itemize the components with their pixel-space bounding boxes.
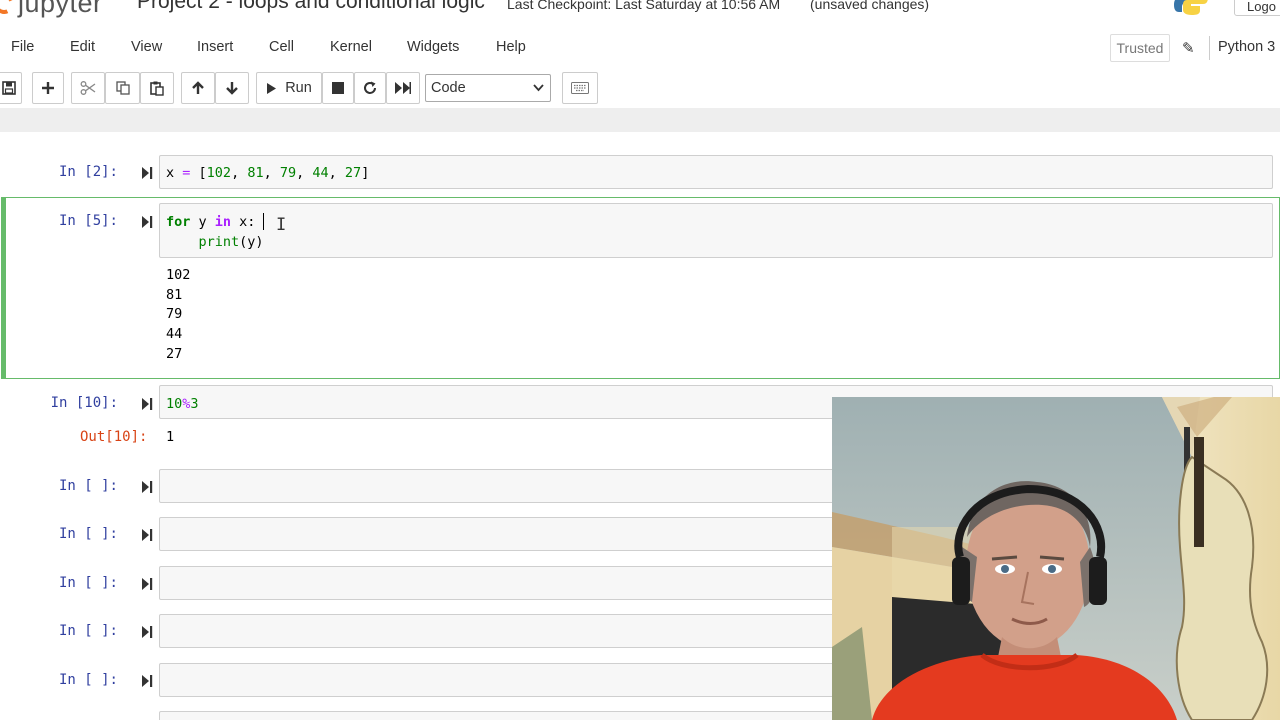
arrow-up-icon	[192, 81, 204, 94]
chevron-down-icon	[533, 84, 544, 92]
run-cell-icon[interactable]	[141, 674, 153, 688]
output-line: 81	[166, 287, 183, 303]
run-cell-icon[interactable]	[141, 397, 153, 411]
checkpoint-status: Last Checkpoint: Last Saturday at 10:56 …	[507, 0, 781, 12]
output-line: 102	[166, 267, 191, 283]
output-value: 1	[166, 429, 175, 445]
save-button[interactable]	[0, 72, 22, 104]
code-input-area[interactable]: x = [102, 81, 79, 44, 27]	[159, 155, 1273, 189]
menu-file[interactable]: File	[11, 39, 34, 55]
menubar: File Edit View Insert Cell Kernel Widget…	[0, 30, 1280, 66]
output-line: 44	[166, 326, 183, 342]
run-cell-icon[interactable]	[141, 625, 153, 639]
input-prompt: In [2]:	[58, 164, 118, 180]
menu-edit[interactable]: Edit	[70, 39, 95, 55]
menu-cell[interactable]: Cell	[269, 39, 294, 55]
play-icon	[267, 82, 277, 94]
input-prompt: In [ ]:	[58, 623, 118, 639]
run-button[interactable]: Run	[256, 72, 322, 104]
paste-button[interactable]	[140, 72, 174, 104]
autosave-status: (unsaved changes)	[810, 0, 930, 12]
jupyter-logo[interactable]: jupyter	[0, 0, 103, 18]
run-cell-icon[interactable]	[141, 166, 153, 180]
input-prompt: In [ ]:	[58, 478, 118, 494]
plus-icon	[42, 82, 54, 94]
kernel-indicator[interactable]: Python 3	[1218, 39, 1275, 55]
kernel-divider	[1209, 36, 1210, 60]
cut-button[interactable]	[71, 72, 105, 104]
input-prompt: In [ ]:	[58, 672, 118, 688]
output-line: 27	[166, 346, 183, 362]
run-cell-icon[interactable]	[141, 215, 153, 229]
cell-type-value: Code	[431, 80, 466, 96]
notebook-container-top	[0, 108, 1280, 132]
notebook-header: jupyter Project 2 - loops and conditiona…	[0, 0, 1280, 18]
logout-button[interactable]: Logo	[1234, 0, 1280, 16]
code-input-area[interactable]: for y in x: print(y) I	[159, 203, 1273, 258]
move-down-button[interactable]	[215, 72, 249, 104]
run-cell-icon[interactable]	[141, 528, 153, 542]
notebook-title[interactable]: Project 2 - loops and conditional logic	[137, 0, 485, 14]
code-cell-selected[interactable]: In [5]: for y in x: print(y) I 102 81 79…	[0, 203, 1280, 379]
interrupt-button[interactable]	[322, 72, 354, 104]
cut-icon	[80, 81, 96, 95]
insert-cell-button[interactable]	[32, 72, 64, 104]
code-line[interactable]: x = [102, 81, 79, 44, 27]	[166, 165, 369, 181]
run-cell-icon[interactable]	[141, 480, 153, 494]
cell-type-select[interactable]: Code	[425, 74, 551, 102]
menu-help[interactable]: Help	[496, 39, 526, 55]
input-prompt: In [10]:	[50, 395, 118, 411]
app-name: jupyter	[18, 0, 103, 18]
trusted-indicator[interactable]: Trusted	[1110, 34, 1170, 62]
menu-insert[interactable]: Insert	[197, 39, 233, 55]
input-prompt: In [5]:	[58, 213, 118, 229]
python-logo-icon	[1174, 0, 1208, 15]
code-line[interactable]: for y in x:	[166, 214, 255, 230]
copy-icon	[115, 81, 130, 95]
keyboard-icon	[571, 82, 589, 94]
run-cell-icon[interactable]	[141, 577, 153, 591]
code-cell[interactable]: In [2]: x = [102, 81, 79, 44, 27]	[0, 155, 1280, 189]
jupyter-logo-icon	[0, 0, 17, 17]
move-up-button[interactable]	[181, 72, 215, 104]
edit-mode-pencil-icon: ✎	[1182, 40, 1195, 57]
ibeam-cursor-icon: I	[276, 215, 287, 235]
paste-icon	[150, 81, 164, 96]
restart-kernel-button[interactable]	[354, 72, 386, 104]
input-prompt: In [ ]:	[58, 526, 118, 542]
command-palette-button[interactable]	[562, 72, 598, 104]
fast-forward-icon	[395, 82, 411, 94]
code-line[interactable]: print(y)	[166, 234, 264, 250]
output-line: 79	[166, 306, 183, 322]
menu-widgets[interactable]: Widgets	[407, 39, 459, 55]
webcam-presenter-image	[832, 397, 1280, 720]
copy-button[interactable]	[105, 72, 140, 104]
output-prompt: Out[10]:	[80, 429, 148, 445]
stop-icon	[332, 82, 344, 94]
menu-kernel[interactable]: Kernel	[330, 39, 372, 55]
arrow-down-icon	[226, 82, 238, 95]
webcam-overlay	[832, 397, 1280, 720]
restart-run-all-button[interactable]	[386, 72, 420, 104]
input-prompt: In [ ]:	[58, 575, 118, 591]
menu-view[interactable]: View	[131, 39, 162, 55]
restart-icon	[364, 81, 376, 94]
run-label: Run	[285, 80, 312, 96]
text-cursor	[263, 213, 264, 230]
code-line[interactable]: 10%3	[166, 396, 199, 412]
save-icon	[2, 81, 16, 95]
